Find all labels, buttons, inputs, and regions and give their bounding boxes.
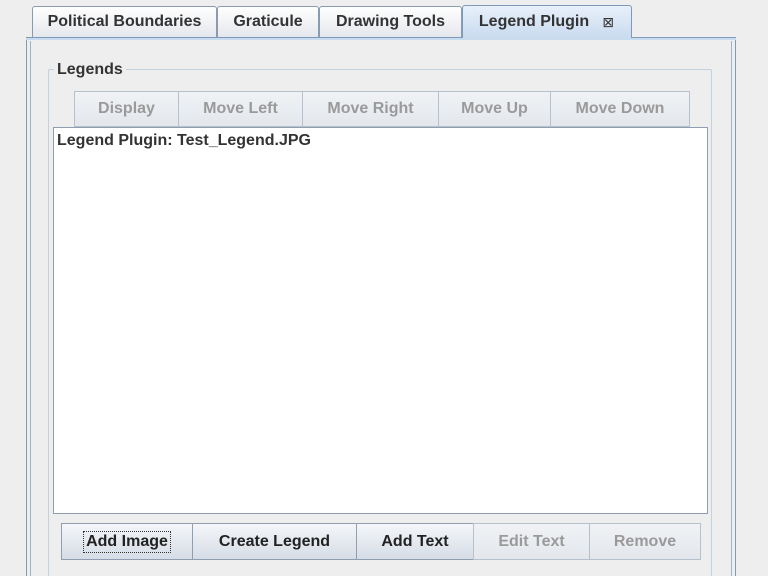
tab-label: Graticule xyxy=(233,13,303,30)
legends-group-title: Legends xyxy=(54,61,126,79)
button-label: Add Image xyxy=(83,530,171,553)
button-label: Move Up xyxy=(461,100,528,117)
list-item[interactable]: Legend Plugin: Test_Legend.JPG xyxy=(57,132,311,150)
close-tab-icon[interactable]: ⊠ xyxy=(601,14,615,30)
button-label: Edit Text xyxy=(498,532,565,550)
move-up-button[interactable]: Move Up xyxy=(438,91,551,127)
edit-text-button[interactable]: Edit Text xyxy=(473,523,590,560)
tab-graticule[interactable]: Graticule xyxy=(217,6,319,37)
tab-drawing-tools[interactable]: Drawing Tools xyxy=(319,6,462,37)
button-label: Remove xyxy=(613,532,677,550)
button-label: Move Down xyxy=(575,100,665,117)
button-label: Create Legend xyxy=(218,532,331,550)
legend-plugin-panel: Political Boundaries Graticule Drawing T… xyxy=(0,0,768,576)
move-down-button[interactable]: Move Down xyxy=(550,91,690,127)
move-right-button[interactable]: Move Right xyxy=(302,91,439,127)
tab-label: Drawing Tools xyxy=(335,13,446,30)
button-label: Display xyxy=(98,100,155,117)
tab-label: Political Boundaries xyxy=(47,13,202,30)
tab-legend-plugin[interactable]: Legend Plugin ⊠ xyxy=(462,5,632,38)
add-image-button[interactable]: Add Image xyxy=(61,523,193,560)
move-left-button[interactable]: Move Left xyxy=(178,91,303,127)
create-legend-button[interactable]: Create Legend xyxy=(192,523,357,560)
legend-list[interactable]: Legend Plugin: Test_Legend.JPG xyxy=(53,127,708,514)
button-label: Add Text xyxy=(381,532,449,550)
tab-political-boundaries[interactable]: Political Boundaries xyxy=(32,6,217,37)
button-label: Move Right xyxy=(327,100,414,117)
button-label: Move Left xyxy=(203,100,278,117)
add-text-button[interactable]: Add Text xyxy=(356,523,474,560)
display-button[interactable]: Display xyxy=(74,91,179,127)
remove-button[interactable]: Remove xyxy=(589,523,701,560)
tab-label: Legend Plugin xyxy=(478,13,590,30)
